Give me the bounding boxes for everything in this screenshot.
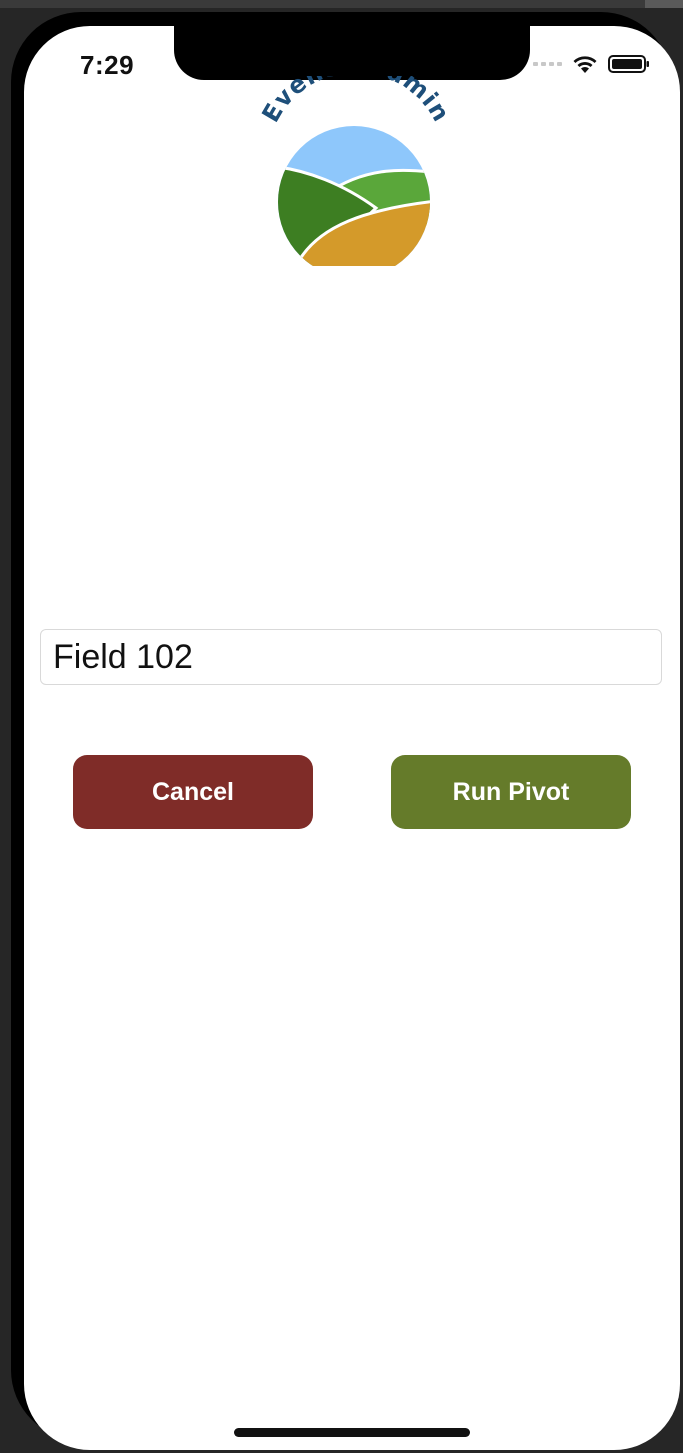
window-grip <box>645 0 683 8</box>
wifi-icon <box>573 56 597 73</box>
logo-text: EvenStreamin <box>257 76 455 127</box>
field-name-input[interactable] <box>40 629 662 685</box>
device-bezel: 7:29 Eve min Field 102 Cancel Run Pivot <box>11 12 680 1450</box>
run-pivot-button[interactable]: Run Pivot <box>391 755 631 829</box>
device-notch <box>174 26 530 80</box>
simulator-frame: 7:29 Eve min Field 102 Cancel Run Pivot <box>0 0 683 1453</box>
status-time: 7:29 <box>80 50 135 80</box>
evenstreamin-logo: EvenStreamin <box>257 76 456 266</box>
home-indicator[interactable] <box>234 1428 470 1437</box>
cellular-signal-icon <box>533 62 562 66</box>
battery-icon <box>608 55 649 73</box>
app-screen: 7:29 Eve min Field 102 Cancel Run Pivot <box>24 26 680 1450</box>
status-icons <box>533 54 650 74</box>
window-top-bar <box>0 0 683 8</box>
svg-text:EvenStreamin: EvenStreamin <box>257 76 456 127</box>
cancel-button[interactable]: Cancel <box>73 755 313 829</box>
